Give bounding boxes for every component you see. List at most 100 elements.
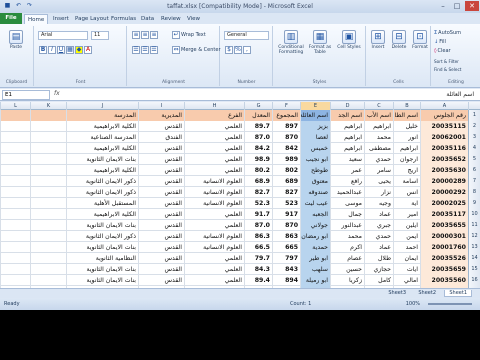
align-middle-icon[interactable]: ≡ — [141, 31, 149, 39]
cell-k[interactable] — [30, 231, 66, 242]
cell-d[interactable]: عبدالحميد — [330, 187, 364, 198]
cell-g[interactable]: 86.3 — [244, 231, 272, 242]
cell-g[interactable]: 84.2 — [244, 143, 272, 154]
cell-g[interactable]: 52.3 — [244, 198, 272, 209]
clear-button[interactable]: ◊ Clear — [434, 48, 451, 54]
header-cell-i[interactable]: المديرية — [138, 110, 184, 121]
cell-e[interactable]: معتوق — [300, 176, 330, 187]
cell-l[interactable] — [0, 154, 30, 165]
cell-a[interactable]: 20035655 — [420, 220, 468, 231]
cell-i[interactable]: القدس — [138, 209, 184, 220]
cell-k[interactable] — [30, 242, 66, 253]
fx-icon[interactable]: fx — [54, 90, 60, 97]
cell-styles-button[interactable]: ▣ Cell Styles — [335, 30, 363, 50]
cell-d[interactable]: عبدالنور — [330, 220, 364, 231]
cell-j[interactable]: بنات الايمان الثانوية — [66, 242, 138, 253]
cell-i[interactable]: القدس — [138, 220, 184, 231]
cell-i[interactable]: القدس — [138, 176, 184, 187]
cell-f[interactable]: 523 — [272, 198, 300, 209]
merge-center-button[interactable]: ⇔ Merge & Center — [172, 46, 221, 54]
font-color-icon[interactable]: A — [84, 46, 92, 54]
cell-e[interactable]: جولاني — [300, 220, 330, 231]
cell-e[interactable]: خميس — [300, 143, 330, 154]
cell-e[interactable]: لعصا — [300, 132, 330, 143]
italic-button[interactable]: I — [48, 46, 56, 54]
cell-i[interactable]: القدس — [138, 275, 184, 286]
cell-d[interactable]: ابراهيم — [330, 121, 364, 132]
tab-file[interactable]: File — [0, 13, 22, 24]
cell-k[interactable] — [30, 121, 66, 132]
tab-home[interactable]: Home — [24, 14, 49, 24]
cell-e[interactable]: الجعبه — [300, 209, 330, 220]
bold-button[interactable]: B — [39, 46, 47, 54]
cell-h[interactable]: العلمي — [184, 165, 244, 176]
cell-e[interactable]: عيب ليت — [300, 198, 330, 209]
cell-a[interactable]: 20062001 — [420, 132, 468, 143]
underline-button[interactable]: U — [57, 46, 65, 54]
maximize-button[interactable]: □ — [450, 1, 464, 11]
cell-i[interactable]: القدس — [138, 143, 184, 154]
cell-l[interactable] — [0, 132, 30, 143]
cell-a[interactable]: 20035115 — [420, 121, 468, 132]
row-number[interactable]: 14 — [468, 253, 480, 264]
cell-f[interactable]: 863 — [272, 231, 300, 242]
find-select-button[interactable]: Find & Select — [434, 67, 461, 72]
cell-d[interactable]: عمر — [330, 165, 364, 176]
cell-f[interactable]: 842 — [272, 143, 300, 154]
cell-c[interactable]: نزار — [364, 187, 393, 198]
tab-insert[interactable]: Insert — [50, 14, 72, 24]
cell-f[interactable]: 802 — [272, 165, 300, 176]
cell-j[interactable]: النظامية الثانوية — [66, 253, 138, 264]
cell-d[interactable]: زكريا — [330, 275, 364, 286]
cell-k[interactable] — [30, 264, 66, 275]
fill-color-icon[interactable]: ◆ — [75, 46, 83, 54]
format-as-table-button[interactable]: ▦ Format as Table — [306, 30, 334, 55]
select-all-corner[interactable] — [468, 102, 480, 110]
cell-j[interactable]: ذكور الايمان الثانوية — [66, 231, 138, 242]
cell-a[interactable]: 20035116 — [420, 143, 468, 154]
number-format-select[interactable]: General — [224, 31, 269, 40]
cell-l[interactable] — [0, 143, 30, 154]
row-number[interactable]: 9 — [468, 198, 480, 209]
cell-c[interactable]: حجازي — [364, 264, 393, 275]
cell-g[interactable]: 82.7 — [244, 187, 272, 198]
cell-d[interactable]: موسى — [330, 198, 364, 209]
cell-e[interactable]: ابو نجيب — [300, 154, 330, 165]
row-number[interactable]: 15 — [468, 264, 480, 275]
column-header-i[interactable]: I — [138, 102, 184, 110]
cell-f[interactable]: 797 — [272, 253, 300, 264]
cell-a[interactable]: 20000289 — [420, 176, 468, 187]
cell-l[interactable] — [0, 209, 30, 220]
cell-a[interactable]: 20035526 — [420, 253, 468, 264]
cell-g[interactable]: 89.4 — [244, 275, 272, 286]
cell-j[interactable]: بنات الايمان الثانوية — [66, 264, 138, 275]
cell-h[interactable]: العلوم الانسانية — [184, 242, 244, 253]
header-cell-j[interactable]: المدرسة — [66, 110, 138, 121]
sheet-tab[interactable]: Sheet3 — [384, 290, 410, 296]
cell-i[interactable]: القدس — [138, 231, 184, 242]
cell-a[interactable]: 20000292 — [420, 187, 468, 198]
cell-h[interactable]: العلمي — [184, 121, 244, 132]
column-header-b[interactable]: B — [393, 102, 420, 110]
cell-b[interactable]: امير — [393, 209, 420, 220]
format-cells-button[interactable]: ⊡ Format — [410, 30, 430, 50]
column-header-a[interactable]: A — [420, 102, 468, 110]
tab-view[interactable]: View — [184, 14, 203, 24]
delete-cells-button[interactable]: ⊟ Delete — [389, 30, 409, 50]
cell-b[interactable]: اسامة — [393, 176, 420, 187]
autosum-button[interactable]: Σ AutoSum — [434, 30, 461, 36]
cell-c[interactable]: يحيى — [364, 176, 393, 187]
row-number[interactable]: 11 — [468, 220, 480, 231]
cell-f[interactable]: 827 — [272, 187, 300, 198]
cell-i[interactable]: القدس — [138, 154, 184, 165]
cell-h[interactable]: العلمي — [184, 132, 244, 143]
cell-b[interactable]: ايمن — [393, 231, 420, 242]
tab-data[interactable]: Data — [138, 14, 157, 24]
cell-f[interactable]: 665 — [272, 242, 300, 253]
cell-j[interactable]: ذكور الايمان الثانوية — [66, 176, 138, 187]
cell-g[interactable]: 98.9 — [244, 154, 272, 165]
header-cell-l[interactable] — [0, 110, 30, 121]
cell-e[interactable]: بزيز — [300, 121, 330, 132]
zoom-level[interactable]: 100% — [406, 301, 420, 307]
cell-j[interactable]: الكلية الابراهيمية — [66, 121, 138, 132]
